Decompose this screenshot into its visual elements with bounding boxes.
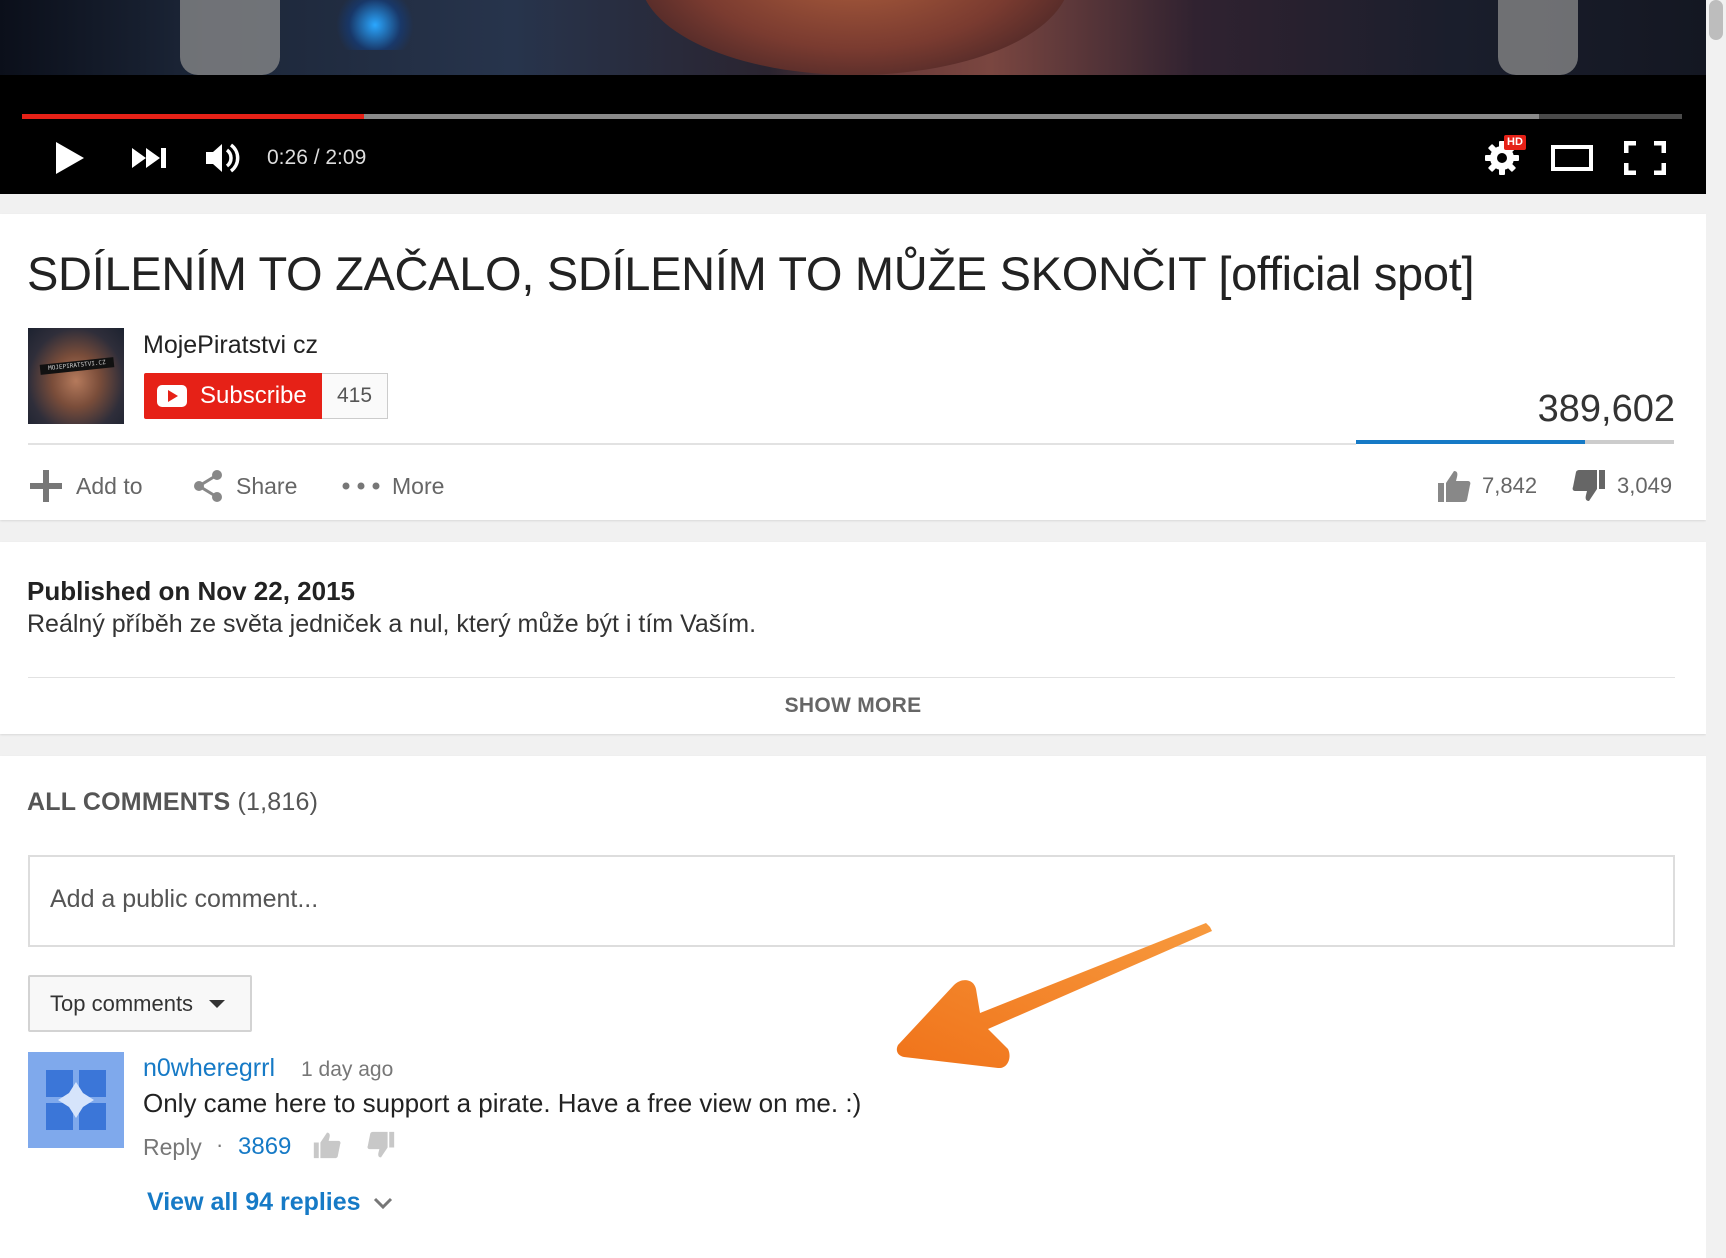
thumbs-down-icon [367, 1131, 395, 1158]
comment-like-button[interactable] [312, 1131, 342, 1164]
sentiment-bar [1356, 440, 1674, 444]
video-player[interactable]: 0:26 / 2:09 HD [0, 0, 1708, 194]
comments-header: ALL COMMENTS (1,816) [27, 788, 318, 817]
channel-name[interactable]: MojePiratstvi cz [143, 331, 318, 360]
next-button[interactable] [128, 140, 172, 176]
video-title: SDÍLENÍM TO ZAČALO, SDÍLENÍM TO MŮŽE SKO… [27, 247, 1475, 300]
thumbs-up-icon [313, 1132, 341, 1159]
theater-icon [1551, 145, 1593, 171]
sentiment-like-fill [1356, 440, 1585, 444]
volume-icon [206, 143, 240, 173]
fullscreen-icon [1624, 141, 1666, 175]
subscribe-button[interactable]: Subscribe [144, 373, 322, 419]
more-label: More [392, 472, 445, 499]
view-replies-button[interactable]: View all 94 replies [147, 1188, 393, 1217]
video-frame[interactable] [0, 0, 1708, 75]
time-display: 0:26 / 2:09 [267, 146, 367, 169]
scrollbar[interactable] [1706, 0, 1726, 1258]
default-avatar-icon [28, 1052, 124, 1148]
info-divider [28, 443, 1356, 445]
like-count: 7,842 [1482, 473, 1538, 498]
share-icon [194, 470, 222, 502]
video-scene-face [640, 0, 1070, 75]
more-button[interactable]: More [342, 466, 444, 506]
sort-comments-dropdown[interactable]: Top comments [28, 975, 252, 1032]
description-divider [28, 677, 1675, 678]
view-count: 389,602 [1537, 388, 1675, 430]
video-scene-shape [180, 0, 280, 75]
add-to-button[interactable]: Add to [28, 466, 143, 506]
next-icon [132, 148, 166, 168]
description-text: Reálný příběh ze světa jedniček a nul, k… [27, 610, 757, 638]
add-to-label: Add to [76, 472, 143, 499]
volume-button[interactable] [202, 140, 242, 176]
published-date: Published on Nov 22, 2015 [27, 576, 355, 606]
comment-text: Only came here to support a pirate. Have… [143, 1088, 862, 1118]
reply-button[interactable]: Reply [143, 1134, 202, 1161]
thumbs-down-icon [1572, 470, 1605, 501]
comment-avatar[interactable] [28, 1052, 124, 1148]
comments-card [0, 756, 1706, 1258]
dislike-count: 3,049 [1617, 473, 1673, 498]
play-button[interactable] [48, 140, 90, 176]
share-label: Share [236, 472, 298, 499]
fullscreen-button[interactable] [1622, 140, 1668, 176]
more-dots-icon [342, 482, 380, 490]
comments-count: (1,816) [237, 788, 319, 816]
chevron-down-icon [209, 999, 226, 1008]
hd-badge: HD [1504, 135, 1526, 150]
show-more-button[interactable]: SHOW MORE [0, 694, 1706, 718]
view-replies-label: View all 94 replies [147, 1188, 361, 1216]
comments-header-label: ALL COMMENTS [27, 788, 231, 816]
comment-input[interactable] [48, 879, 1548, 919]
progress-bar[interactable] [22, 114, 1682, 119]
video-scene-shape [1498, 0, 1578, 75]
channel-avatar[interactable]: MOJEPIRATSTVI.CZ [28, 328, 124, 424]
theater-mode-button[interactable] [1550, 140, 1594, 176]
subscriber-count: 415 [322, 373, 388, 419]
progress-played [22, 114, 364, 119]
scrollbar-thumb[interactable] [1709, 0, 1723, 40]
youtube-logo-icon [157, 385, 187, 407]
thumbs-up-icon [1438, 471, 1471, 502]
separator-dot: · [216, 1132, 224, 1157]
comment-input-box[interactable] [28, 855, 1675, 947]
sort-label: Top comments [50, 990, 194, 1016]
subscribe-label: Subscribe [200, 382, 307, 409]
comment-like-count: 3869 [238, 1133, 292, 1160]
plus-icon [30, 470, 62, 502]
channel-avatar-caption: MOJEPIRATSTVI.CZ [39, 357, 115, 375]
chevron-down-icon [373, 1197, 392, 1209]
play-icon [56, 142, 84, 174]
video-scene-light [330, 0, 420, 50]
dislike-button[interactable]: 3,049 [1571, 466, 1672, 506]
like-button[interactable]: 7,842 [1436, 466, 1537, 506]
share-button[interactable]: Share [192, 466, 297, 506]
comment-timestamp[interactable]: 1 day ago [301, 1058, 393, 1082]
comment-author[interactable]: n0wheregrrl [143, 1054, 275, 1083]
comment-dislike-button[interactable] [366, 1131, 396, 1164]
